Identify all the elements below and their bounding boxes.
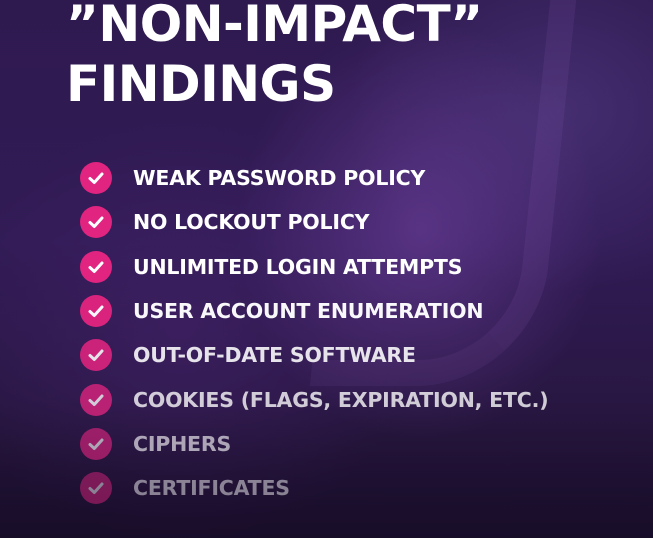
- check-circle-icon: [80, 339, 112, 372]
- list-item-label: WEAK PASSWORD POLICY: [133, 166, 426, 191]
- check-circle-icon: [80, 250, 112, 283]
- list-item-label: CIPHERS: [133, 431, 232, 456]
- list-item: COOKIES (FLAGS, EXPIRATION, ETC.): [80, 377, 549, 421]
- list-item-label: COOKIES (FLAGS, EXPIRATION, ETC.): [133, 387, 549, 412]
- check-circle-icon: [80, 162, 112, 195]
- list-item: USER ACCOUNT ENUMERATION: [80, 289, 548, 333]
- heading: ”NON-IMPACT” FINDINGS: [66, 0, 483, 114]
- heading-line-1: ”NON-IMPACT”: [66, 0, 483, 53]
- list-item: CIPHERS: [80, 422, 548, 466]
- list-item: UNLIMITED LOGIN ATTEMPTS: [80, 245, 548, 289]
- list-item: CERTIFICATES: [80, 466, 548, 510]
- list-item-label: NO LOCKOUT POLICY: [133, 210, 370, 235]
- list-item: NO LOCKOUT POLICY: [80, 200, 548, 244]
- list-item-label: OUT-OF-DATE SOFTWARE: [133, 343, 416, 368]
- heading-line-2: FINDINGS: [66, 55, 336, 113]
- list-item: WEAK PASSWORD POLICY: [80, 156, 548, 200]
- check-circle-icon: [80, 472, 112, 505]
- list-item-label: USER ACCOUNT ENUMERATION: [133, 299, 484, 324]
- list-item-label: CERTIFICATES: [133, 476, 290, 501]
- findings-list: WEAK PASSWORD POLICY NO LOCKOUT POLICY U…: [80, 156, 549, 510]
- check-circle-icon: [80, 206, 112, 239]
- list-item-label: UNLIMITED LOGIN ATTEMPTS: [133, 254, 463, 279]
- check-circle-icon: [80, 427, 112, 460]
- check-circle-icon: [80, 383, 112, 416]
- list-item: OUT-OF-DATE SOFTWARE: [80, 333, 548, 377]
- check-circle-icon: [80, 295, 112, 328]
